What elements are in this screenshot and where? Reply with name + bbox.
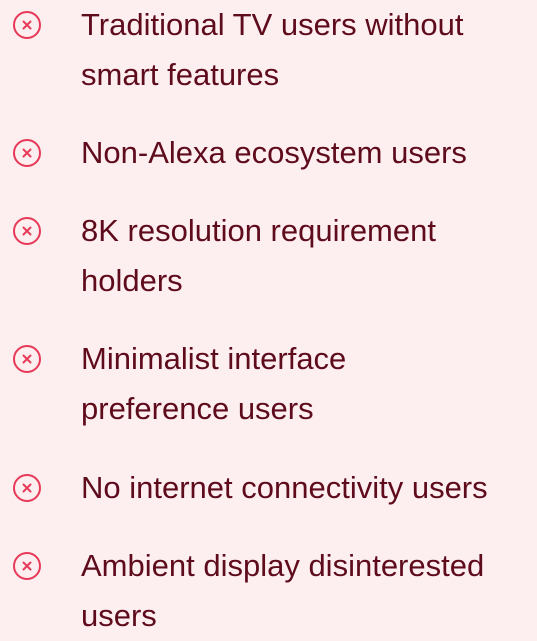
close-circle-icon — [12, 344, 42, 374]
close-circle-icon — [12, 10, 42, 40]
exclusion-list: Traditional TV users without smart featu… — [0, 0, 537, 633]
close-circle-icon — [12, 551, 42, 581]
list-item-label: 8K resolution requirement holders — [81, 213, 436, 298]
close-circle-icon — [12, 138, 42, 168]
list-item-label: No internet connectivity users — [81, 470, 488, 505]
list-item-label: Non-Alexa ecosystem users — [81, 135, 467, 170]
list-item-label: Traditional TV users without smart featu… — [81, 7, 464, 92]
close-circle-icon — [12, 473, 42, 503]
close-circle-icon — [12, 216, 42, 246]
list-item-label: Ambient display disinterested users — [81, 548, 485, 633]
list-item-label: Minimalist interface preference users — [81, 341, 347, 426]
